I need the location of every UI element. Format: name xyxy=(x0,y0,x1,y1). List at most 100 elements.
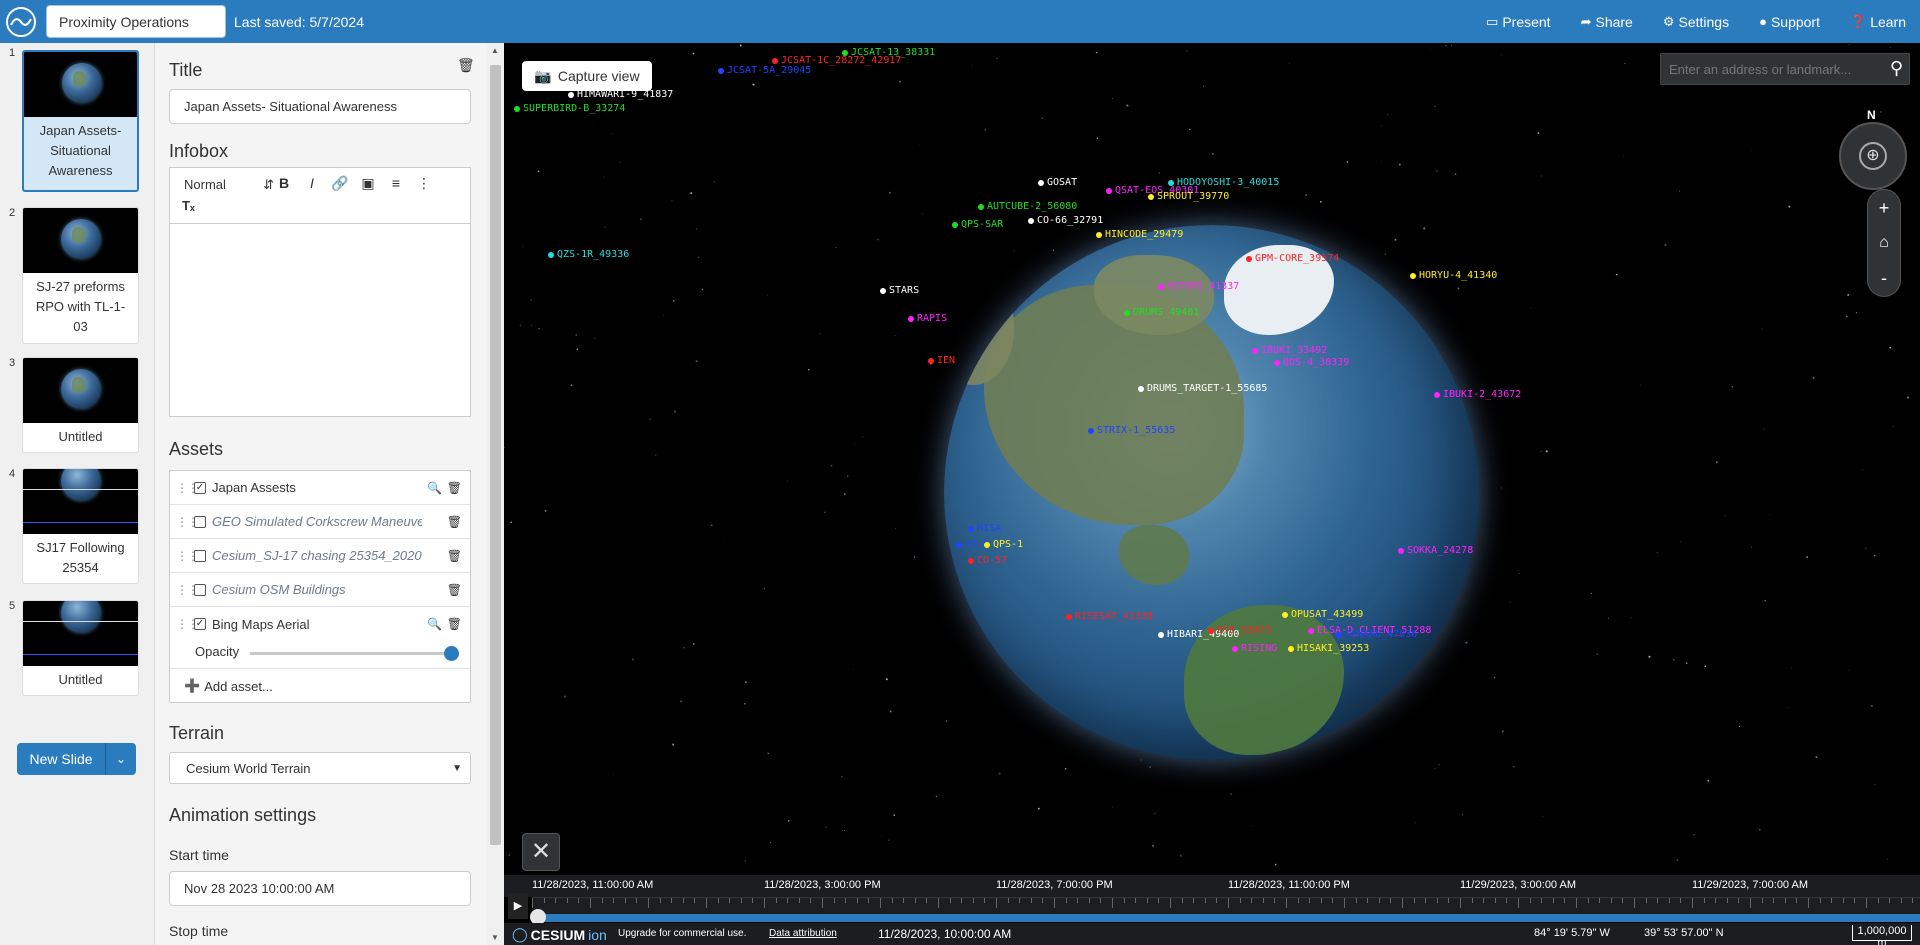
satellite-marker[interactable]: GOSAT xyxy=(1038,177,1077,188)
ordered-list-icon[interactable]: ≡ xyxy=(386,175,406,191)
satellite-marker[interactable]: AUTCUBE-2_56080 xyxy=(978,201,1077,212)
slide-card[interactable]: Japan Assets- Situational Awareness xyxy=(22,50,139,192)
trash-icon[interactable]: 🗑 xyxy=(447,583,462,597)
cesium-stories-logo-icon[interactable] xyxy=(6,6,36,37)
satellite-marker[interactable]: QPS-1 xyxy=(984,539,1023,550)
delete-slide-trash-icon[interactable]: 🗑 xyxy=(457,57,475,74)
home-icon[interactable]: ⌂ xyxy=(1868,227,1900,259)
satellite-marker[interactable]: GPM-CORE_39574 xyxy=(1246,253,1339,264)
slide-card[interactable]: SJ17 Following 25354 xyxy=(22,468,139,584)
zoom-to-icon[interactable]: 🔍 xyxy=(427,617,442,631)
start-time-input[interactable]: Nov 28 2023 10:00:00 AM xyxy=(169,871,471,906)
link-icon[interactable]: 🔗 xyxy=(330,175,350,192)
play-button[interactable]: ▶ xyxy=(508,893,528,919)
timeline[interactable]: 11/28/2023, 11:00:00 AM 11/28/2023, 3:00… xyxy=(504,875,1920,945)
satellite-marker[interactable]: STRIX-1_55635 xyxy=(1088,425,1175,436)
satellite-marker[interactable]: ASNARO_47936 xyxy=(1336,629,1417,640)
satellite-marker[interactable]: JCSAT-1C_28272_42917 xyxy=(772,55,901,66)
search-icon[interactable]: ⚲ xyxy=(1890,58,1903,79)
present-button[interactable]: ▭ Present xyxy=(1486,14,1551,30)
drag-handle-icon[interactable]: ⋮⋮ xyxy=(176,583,199,597)
trash-icon[interactable]: 🗑 xyxy=(447,549,462,563)
satellite-marker[interactable]: DRUMS_49401 xyxy=(1124,307,1199,318)
bold-icon[interactable]: B xyxy=(274,175,294,191)
settings-button[interactable]: ⚙ Settings xyxy=(1663,14,1729,30)
add-asset-button[interactable]: ➕ Add asset... xyxy=(184,678,273,694)
earth-globe[interactable] xyxy=(944,225,1479,760)
tools-icon[interactable]: ✕ xyxy=(522,833,560,871)
asset-checkbox[interactable]: ✓ xyxy=(194,618,206,630)
drag-handle-icon[interactable]: ⋮⋮ xyxy=(176,549,199,563)
geocoder-input[interactable] xyxy=(1661,61,1871,77)
zoom-out-button[interactable]: - xyxy=(1868,262,1900,294)
asset-checkbox[interactable] xyxy=(194,549,206,562)
compass-crosshair-icon[interactable]: ⊕ xyxy=(1859,142,1887,170)
slide-card[interactable]: Untitled xyxy=(22,600,139,696)
satellite-marker[interactable]: IBUKI-2_43672 xyxy=(1434,389,1521,400)
satellite-marker[interactable]: HITOMI_41337 xyxy=(1158,281,1239,292)
editor-scrollbar[interactable]: ▲ ▼ xyxy=(487,43,504,945)
opacity-slider-handle[interactable] xyxy=(444,646,459,661)
zoom-to-icon[interactable]: 🔍 xyxy=(427,481,442,495)
cesium-viewer[interactable]: JCSAT-13_38331 JCSAT-5A_29045 JCSAT-1C_282… xyxy=(504,43,1920,945)
slide-card[interactable]: Untitled xyxy=(22,357,139,453)
drag-handle-icon[interactable]: ⋮⋮ xyxy=(176,617,199,631)
asset-row[interactable]: ⋮⋮ GEO Simulated Corkscrew Maneuver 🗑 xyxy=(170,505,470,539)
drag-handle-icon[interactable]: ⋮⋮ xyxy=(176,481,199,495)
satellite-marker[interactable]: OPUSAT_43499 xyxy=(1282,609,1363,620)
satellite-marker[interactable]: HINCODE_29479 xyxy=(1096,229,1183,240)
image-icon[interactable]: ▣ xyxy=(358,175,378,192)
new-slide-button[interactable]: New Slide xyxy=(17,743,106,775)
share-button[interactable]: ➦ Share xyxy=(1581,14,1633,30)
cesium-ion-logo[interactable]: ◯ CESIUM ion xyxy=(512,926,607,943)
navigation-compass[interactable]: N ⊕ xyxy=(1839,108,1907,190)
terrain-select[interactable]: Cesium World Terrain ▼ xyxy=(169,752,471,784)
satellite-marker[interactable]: QPS-SAR xyxy=(952,219,1003,230)
satellite-marker[interactable]: RISESAT_41338 xyxy=(1066,611,1153,622)
satellite-marker[interactable]: JCSAT-5A_29045 xyxy=(718,65,811,76)
clear-format-icon[interactable]: Tₓ xyxy=(182,198,195,213)
scrollbar-thumb[interactable] xyxy=(490,65,501,845)
satellite-marker[interactable]: HORYU-4_41340 xyxy=(1410,270,1497,281)
satellite-marker[interactable]: EYE_55073 xyxy=(1208,625,1271,636)
asset-checkbox[interactable]: ✓ xyxy=(194,481,206,494)
support-button[interactable]: ● Support xyxy=(1759,14,1820,30)
satellite-marker[interactable]: SOKKA_24278 xyxy=(1398,545,1473,556)
asset-row[interactable]: ⋮⋮ Cesium_SJ-17 chasing 25354_20200902 🗑 xyxy=(170,539,470,573)
opacity-slider-track[interactable] xyxy=(250,652,455,655)
scroll-down-icon[interactable]: ▼ xyxy=(491,933,499,942)
slide-title-input[interactable]: Japan Assets- Situational Awareness xyxy=(169,89,471,124)
satellite-marker[interactable]: IBUKI_33492 xyxy=(1252,345,1327,356)
satellite-marker[interactable]: HISAKI_39253 xyxy=(1288,643,1369,654)
satellite-marker[interactable]: IEN xyxy=(928,355,955,366)
zoom-in-button[interactable]: + xyxy=(1868,192,1900,224)
asset-checkbox[interactable] xyxy=(194,583,206,596)
satellite-marker[interactable]: HODOYOSHI-3_40015 xyxy=(1168,177,1279,188)
capture-view-button[interactable]: 📷 Capture view xyxy=(522,61,652,91)
text-format-select[interactable]: Normal ⇵ xyxy=(184,177,274,193)
asset-checkbox[interactable] xyxy=(194,515,206,528)
scroll-up-icon[interactable]: ▲ xyxy=(491,46,499,55)
italic-icon[interactable]: I xyxy=(302,175,322,191)
asset-row[interactable]: ⋮⋮ Cesium OSM Buildings 🗑 xyxy=(170,573,470,607)
timeline-range-bar[interactable] xyxy=(532,914,1920,922)
asset-row[interactable]: ⋮⋮ ✓ Bing Maps Aerial 🔍 🗑 xyxy=(170,607,470,641)
learn-button[interactable]: ❓ Learn xyxy=(1850,14,1906,30)
satellite-marker[interactable]: CO-57 xyxy=(968,555,1007,566)
satellite-marker[interactable]: QDS-4_38339 xyxy=(1274,357,1349,368)
new-slide-dropdown[interactable]: ⌄ xyxy=(106,743,136,775)
trash-icon[interactable]: 🗑 xyxy=(447,617,462,631)
slide-card[interactable]: SJ-27 preforms RPO with TL-1-03 xyxy=(22,207,139,344)
satellite-marker[interactable]: SPROUT_39770 xyxy=(1148,191,1229,202)
satellite-marker[interactable]: CO-66_32791 xyxy=(1028,215,1103,226)
satellite-marker[interactable]: DRUMS_TARGET-1_55685 xyxy=(1138,383,1267,394)
compass-ring[interactable]: ⊕ xyxy=(1839,122,1907,190)
infobox-content-area[interactable] xyxy=(170,224,470,416)
satellite-marker[interactable]: HISA xyxy=(968,523,1001,534)
data-attribution-link[interactable]: Data attribution xyxy=(769,928,837,939)
trash-icon[interactable]: 🗑 xyxy=(447,481,462,495)
trash-icon[interactable]: 🗑 xyxy=(447,515,462,529)
satellite-marker[interactable]: STARS xyxy=(880,285,919,296)
story-title-input[interactable]: Proximity Operations xyxy=(46,5,226,38)
satellite-marker[interactable]: RAPIS xyxy=(908,313,947,324)
